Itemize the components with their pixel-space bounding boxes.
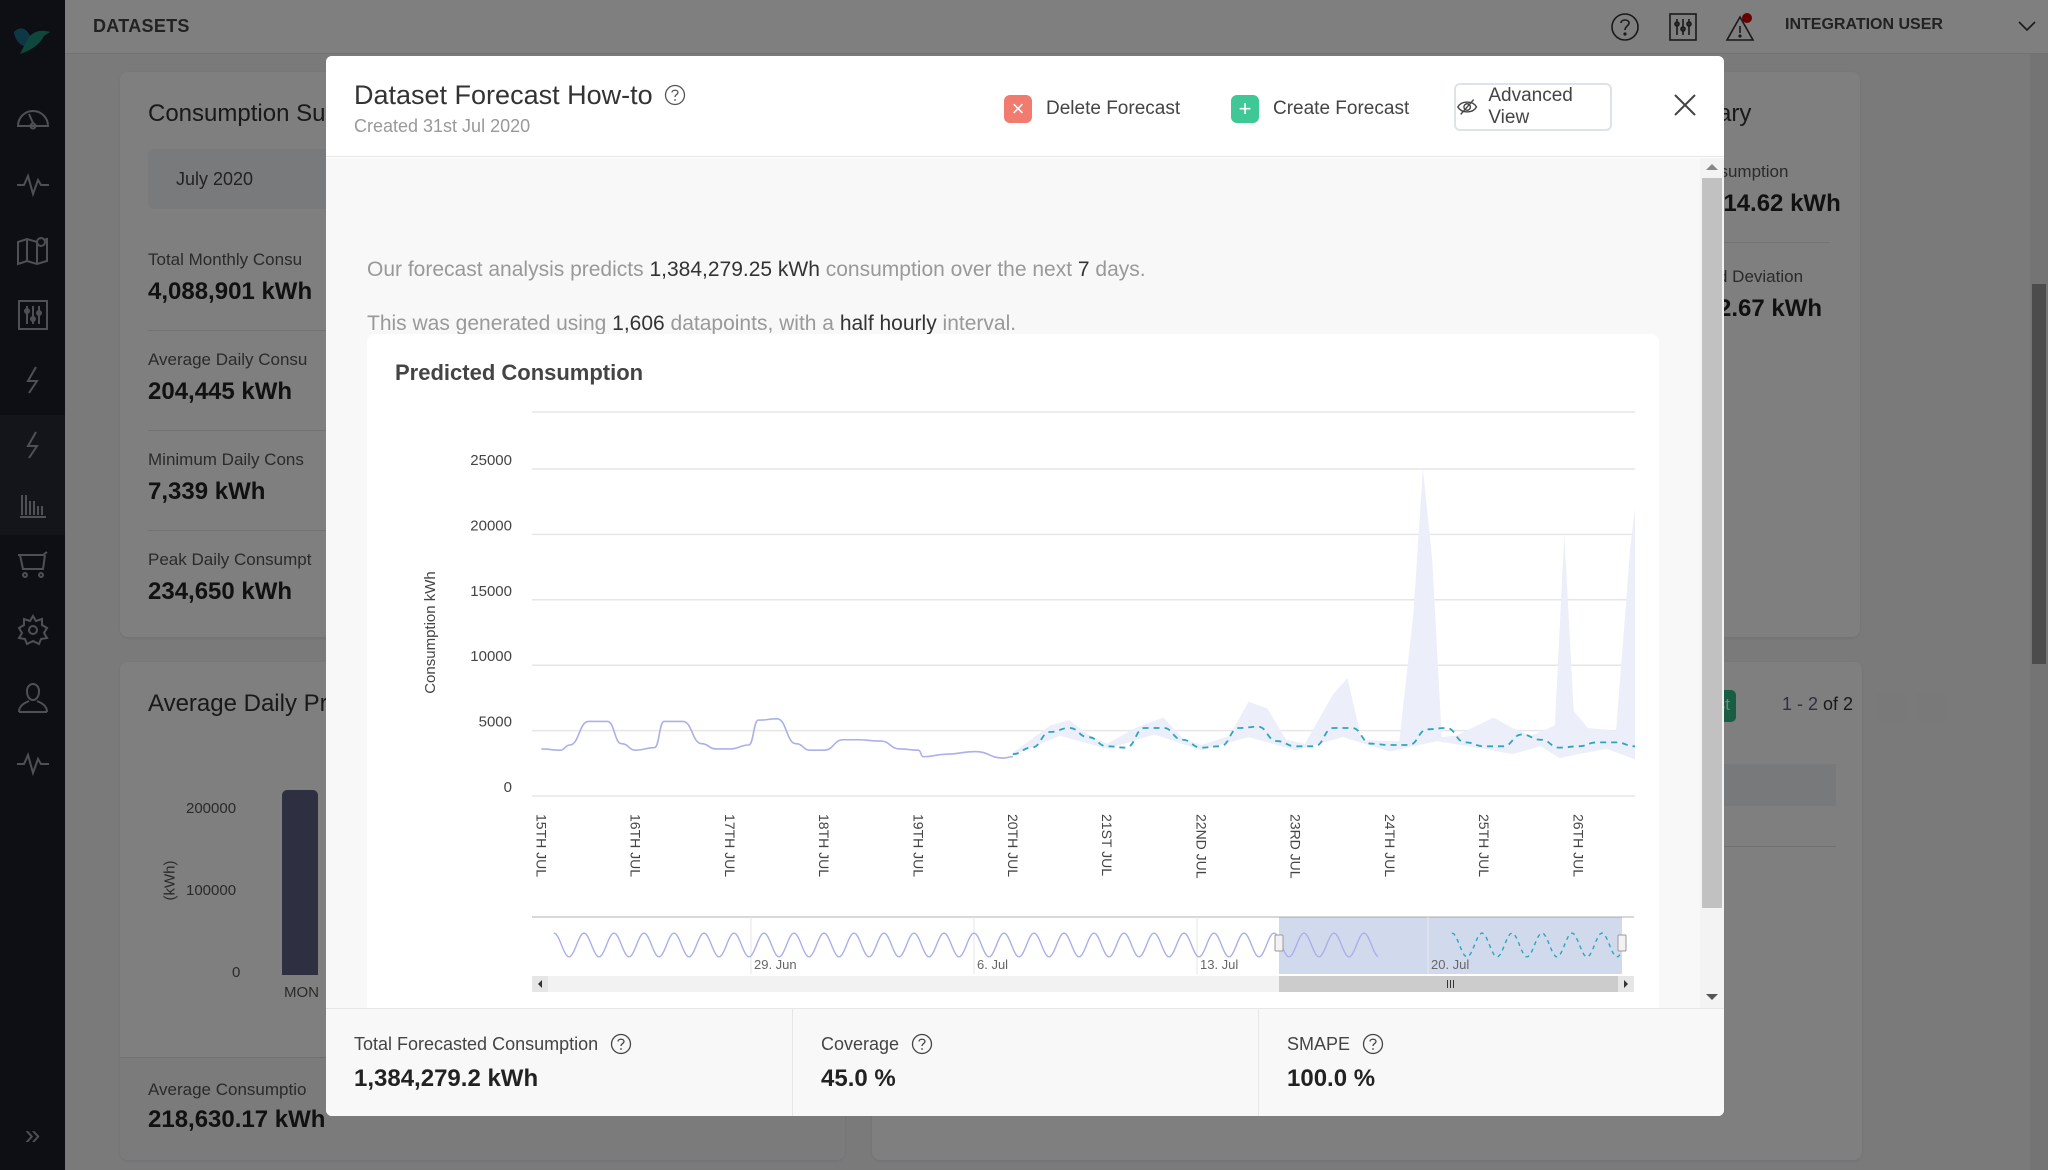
forecast-modal: Dataset Forecast How-to Created 31st Jul… — [326, 56, 1724, 1116]
datapoints-summary-text: This was generated using 1,606 datapoint… — [367, 312, 1016, 336]
footer-coverage: Coverage 45.0 % — [792, 1009, 1258, 1116]
x-tick-label: 18TH JUL — [816, 814, 832, 877]
x-tick-label: 26TH JUL — [1570, 814, 1586, 877]
navigator-actual-line — [553, 932, 1379, 958]
actual-consumption-line — [541, 718, 1013, 759]
footer-value: 100.0 % — [1287, 1065, 1376, 1092]
footer-value: 1,384,279.2 kWh — [354, 1065, 539, 1092]
scroll-down-icon[interactable] — [1706, 994, 1718, 1000]
text: datapoints, with a — [664, 312, 840, 335]
modal-subtitle: Created 31st Jul 2020 — [354, 116, 531, 136]
y-tick-label: 0 — [504, 779, 512, 796]
help-icon[interactable] — [610, 1033, 632, 1055]
close-icon[interactable] — [1670, 90, 1700, 120]
advanced-view-button[interactable]: Advanced View — [1454, 83, 1612, 131]
help-icon[interactable] — [911, 1033, 933, 1055]
interval: half hourly — [839, 312, 937, 335]
x-tick-label: 21ST JUL — [1099, 814, 1115, 876]
forecast-amount: 1,384,279.25 kWh — [649, 258, 820, 281]
footer-label: Coverage — [821, 1033, 900, 1054]
navigator-label: 20. Jul — [1431, 957, 1469, 972]
y-tick-label: 15000 — [470, 583, 512, 600]
help-icon[interactable] — [664, 84, 686, 106]
datapoint-count: 1,606 — [612, 312, 665, 335]
x-tick-label: 16TH JUL — [628, 814, 644, 877]
x-tick-label: 24TH JUL — [1382, 814, 1398, 877]
advanced-view-label: Advanced View — [1488, 85, 1573, 128]
forecast-days: 7 — [1077, 258, 1090, 281]
x-tick-label: 19TH JUL — [911, 814, 927, 877]
plus-square-icon: + — [1231, 95, 1259, 123]
x-tick-label: 23RD JUL — [1288, 814, 1304, 879]
forecast-summary-text: Our forecast analysis predicts 1,384,279… — [367, 258, 1146, 282]
scroll-up-icon[interactable] — [1706, 164, 1718, 170]
close-square-icon: × — [1004, 95, 1032, 123]
x-tick-label: 20TH JUL — [1005, 814, 1021, 877]
footer-label: Total Forecasted Consumption — [354, 1033, 599, 1054]
modal-scrollbar-thumb[interactable] — [1702, 178, 1722, 908]
footer-smape: SMAPE 100.0 % — [1258, 1009, 1724, 1116]
modal-scrollbar[interactable] — [1700, 158, 1724, 1008]
text: days. — [1089, 258, 1146, 281]
x-tick-label: 17TH JUL — [722, 814, 738, 877]
x-tick-label: 25TH JUL — [1476, 814, 1492, 877]
create-forecast-label: Create Forecast — [1273, 98, 1410, 119]
y-tick-label: 25000 — [470, 452, 512, 469]
navigator-label: 6. Jul — [977, 957, 1008, 972]
text: Our forecast analysis predicts — [367, 258, 650, 281]
text: This was generated using — [367, 312, 613, 335]
modal-title: Dataset Forecast How-to — [354, 80, 653, 110]
y-tick-label: 20000 — [470, 517, 512, 534]
footer-value: 45.0 % — [821, 1065, 896, 1092]
text: consumption over the next — [819, 258, 1078, 281]
modal-body: Our forecast analysis predicts 1,384,279… — [326, 158, 1700, 1008]
x-tick-label: 15TH JUL — [533, 814, 549, 877]
eye-off-icon — [1457, 99, 1478, 115]
y-tick-label: 5000 — [479, 714, 512, 731]
modal-header: Dataset Forecast How-to Created 31st Jul… — [326, 56, 1724, 157]
navigator-handle-right[interactable] — [1617, 934, 1627, 952]
navigator-label: 29. Jun — [754, 957, 797, 972]
create-forecast-button[interactable]: + Create Forecast — [1231, 86, 1409, 132]
footer-label: SMAPE — [1287, 1033, 1351, 1054]
text: interval. — [936, 312, 1017, 335]
x-tick-label: 22ND JUL — [1193, 814, 1209, 879]
help-icon[interactable] — [1362, 1033, 1384, 1055]
navigator-label: 13. Jul — [1200, 957, 1238, 972]
modal-footer: Total Forecasted Consumption 1,384,279.2… — [326, 1008, 1724, 1116]
footer-total-forecasted: Total Forecasted Consumption 1,384,279.2… — [326, 1009, 792, 1116]
predicted-consumption-chart-card: Predicted Consumption 0 5000 10000 15000 200… — [367, 334, 1659, 1008]
delete-forecast-label: Delete Forecast — [1046, 98, 1181, 119]
predicted-consumption-chart[interactable]: 0 5000 10000 15000 20000 25000 Consumption kWh… — [367, 334, 1659, 1008]
confidence-band — [1012, 469, 1635, 760]
y-tick-label: 10000 — [470, 648, 512, 665]
navigator-handle-left[interactable] — [1274, 934, 1284, 952]
delete-forecast-button[interactable]: × Delete Forecast — [1004, 86, 1180, 132]
y-axis-label: Consumption kWh — [422, 571, 439, 694]
